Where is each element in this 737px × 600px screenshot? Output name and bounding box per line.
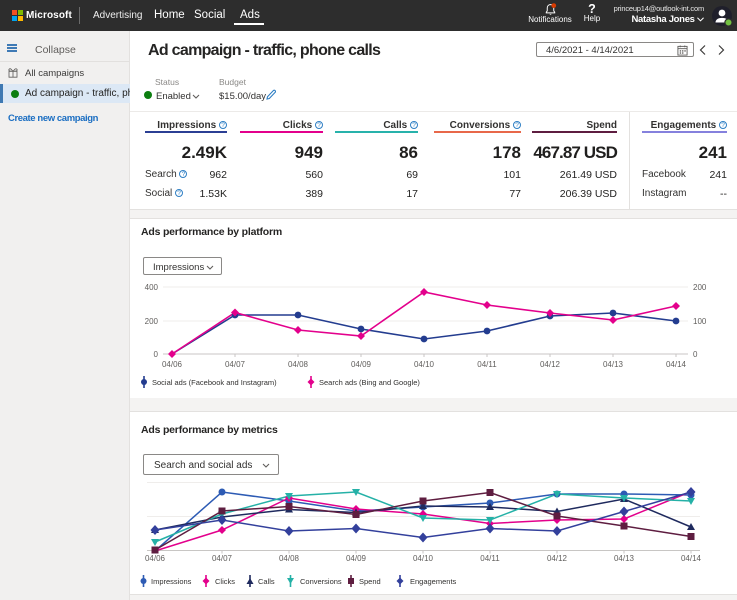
svg-text:Clicks: Clicks bbox=[215, 577, 235, 586]
svg-text:04/06: 04/06 bbox=[145, 554, 166, 563]
svg-text:Conversions: Conversions bbox=[300, 577, 342, 586]
svg-text:04/07: 04/07 bbox=[212, 554, 233, 563]
svg-text:Impressions: Impressions bbox=[151, 577, 192, 586]
svg-text:100: 100 bbox=[693, 317, 707, 326]
svg-text:200: 200 bbox=[145, 317, 159, 326]
svg-text:Search ads (Bing and Google): Search ads (Bing and Google) bbox=[319, 378, 420, 387]
svg-text:04/13: 04/13 bbox=[614, 554, 635, 563]
svg-text:Spend: Spend bbox=[359, 577, 381, 586]
svg-text:04/12: 04/12 bbox=[540, 360, 561, 369]
svg-text:Engagements: Engagements bbox=[410, 577, 457, 586]
svg-text:04/08: 04/08 bbox=[288, 360, 309, 369]
svg-text:0: 0 bbox=[693, 350, 698, 359]
svg-text:Calls: Calls bbox=[258, 577, 275, 586]
svg-text:04/13: 04/13 bbox=[603, 360, 624, 369]
svg-text:04/09: 04/09 bbox=[346, 554, 367, 563]
svg-text:04/09: 04/09 bbox=[351, 360, 372, 369]
svg-text:400: 400 bbox=[145, 283, 159, 292]
svg-text:04/11: 04/11 bbox=[480, 554, 500, 563]
svg-text:200: 200 bbox=[693, 283, 707, 292]
svg-text:04/11: 04/11 bbox=[477, 360, 497, 369]
svg-text:Social ads (Facebook and Insta: Social ads (Facebook and Instagram) bbox=[152, 378, 277, 387]
svg-text:04/10: 04/10 bbox=[414, 360, 435, 369]
svg-text:04/10: 04/10 bbox=[413, 554, 434, 563]
svg-text:04/06: 04/06 bbox=[162, 360, 183, 369]
svg-text:04/07: 04/07 bbox=[225, 360, 246, 369]
svg-text:04/08: 04/08 bbox=[279, 554, 300, 563]
svg-text:0: 0 bbox=[154, 350, 159, 359]
svg-text:04/14: 04/14 bbox=[681, 554, 702, 563]
svg-text:04/12: 04/12 bbox=[547, 554, 568, 563]
svg-text:04/14: 04/14 bbox=[666, 360, 687, 369]
